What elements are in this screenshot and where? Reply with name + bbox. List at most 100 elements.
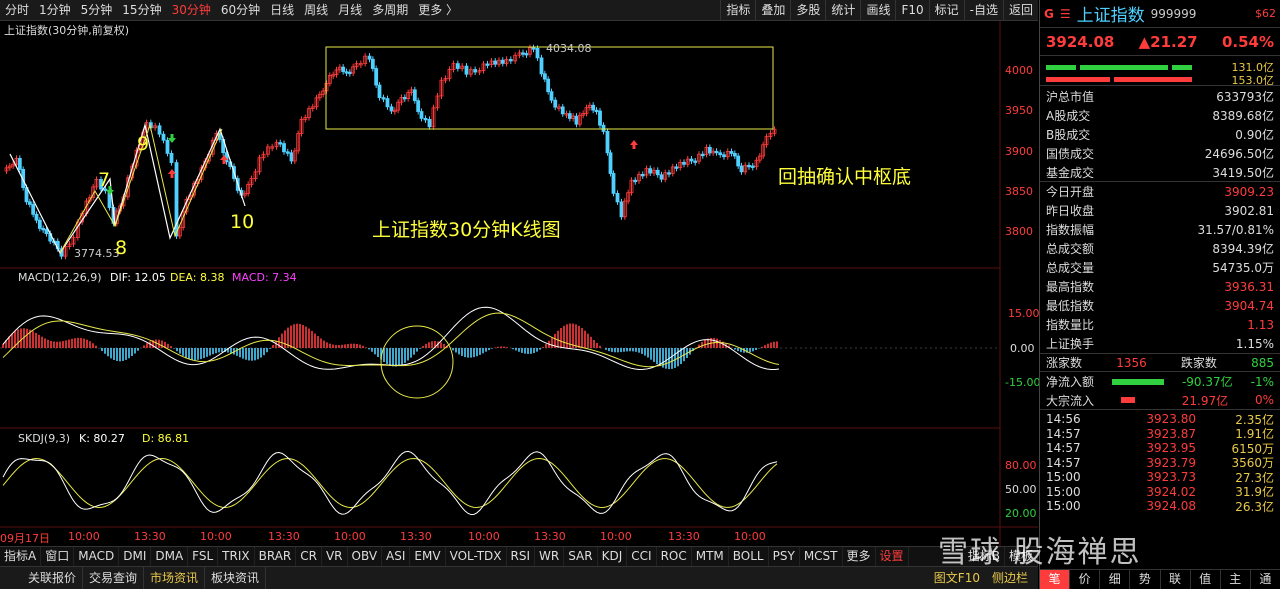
timeframe-tab[interactable]: 多周期 [367,0,413,21]
right-annotation: 回抽确认中枢底 [778,166,912,188]
candle-down [722,154,726,158]
quote-tab[interactable]: 联 [1161,570,1191,589]
indicator-tab[interactable]: 模板 [1005,547,1038,566]
g-icon[interactable]: G [1044,7,1054,21]
kline-chart-area[interactable]: 上证指数(30分钟,前复权) 上证指数30分钟K线图 回抽确认中枢底 4034.… [0,21,1041,546]
time-axis-label: 13:30 [134,530,166,543]
timeframe-tab[interactable]: 周线 [299,0,333,21]
stat-label: B股成交 [1046,128,1091,142]
status-right-button[interactable]: 侧边栏 [986,567,1034,589]
quote-tab[interactable]: 细 [1100,570,1131,589]
tick-price: 3923.79 [1146,455,1196,470]
menu-icon[interactable]: ☰ [1060,7,1071,21]
indicator-tab[interactable]: ASI [382,547,411,566]
quote-tab[interactable]: 势 [1130,570,1161,589]
candle-down [508,59,513,62]
toolbar-button[interactable]: F10 [895,0,928,21]
stat-value: 1.15% [1235,336,1274,351]
timeframe-tab[interactable]: 分时 [0,0,34,21]
indicator-tab[interactable]: KDJ [598,547,628,566]
status-link[interactable]: 交易查询 [83,567,145,589]
timeframe-tab[interactable]: 日线 [265,0,299,21]
indicator-tab[interactable]: DMI [119,547,152,566]
outflow-bar [1114,77,1192,82]
indicator-tab[interactable]: TRIX [218,547,255,566]
index-code: 999999 [1150,6,1197,21]
candle-down [615,192,620,203]
indicator-tab[interactable]: CR [296,547,322,566]
candle-down [747,164,751,168]
macd-value: MACD: 7.34 [232,271,297,284]
tick-time: 14:56 [1046,412,1081,427]
quote-tab[interactable]: 通 [1251,570,1280,589]
indicator-tab[interactable]: EMV [410,547,446,566]
toolbar-button[interactable]: 叠加 [755,0,790,21]
indicator-tab[interactable]: CCI [627,547,657,566]
indicator-tab[interactable]: BRAR [255,547,297,566]
stat-row: 最低指数 3904.74 [1040,296,1280,315]
stat-label: 今日开盘 [1046,185,1095,199]
toolbar-button[interactable]: 多股 [790,0,825,21]
indicator-tab[interactable]: RSI [507,547,536,566]
timeframe-tab[interactable]: 30分钟 [167,0,216,21]
timeframe-tab[interactable]: 1分钟 [34,0,76,21]
quote-tab[interactable]: 值 [1191,570,1221,589]
indicator-tab[interactable]: BOLL [729,547,769,566]
status-link[interactable]: 板块资讯 [205,567,267,589]
timeframe-tab[interactable]: 60分钟 [216,0,265,21]
indicator-tab[interactable]: MCST [800,547,843,566]
macd-tick: -15.00 [1005,376,1041,389]
time-axis-label: 10:00 [200,530,232,543]
candle-down [157,125,162,135]
indicator-tab[interactable]: FSL [188,547,219,566]
toolbar-button[interactable]: 标记 [928,0,964,21]
indicator-tab[interactable]: MACD [74,547,120,566]
toolbar-button[interactable]: 指标 [720,0,755,21]
toolbar-button[interactable]: 统计 [825,0,860,21]
candle-down [601,124,606,132]
status-link[interactable]: 市场资讯 [144,567,206,589]
indicator-tab[interactable]: 指标A [0,547,42,566]
stat-label: 沪总市值 [1046,90,1095,104]
toolbar-button[interactable]: -自选 [963,0,1003,21]
status-link[interactable]: 关联报价 [22,567,84,589]
indicator-tab[interactable]: OBV [348,547,383,566]
stat-label: 最低指数 [1046,299,1095,313]
timeframe-tab[interactable]: 5分钟 [76,0,118,21]
tick-time: 15:00 [1046,470,1081,485]
toolbar-button[interactable]: 返回 [1002,0,1038,21]
quote-tab[interactable]: 价 [1070,570,1101,589]
flow-bar-green [1111,378,1164,385]
indicator-tab[interactable]: 更多 [843,547,876,566]
candle-down [31,204,36,215]
indicator-tab[interactable]: MTM [692,547,729,566]
candle-down [455,63,460,69]
time-axis-label: 10:00 [600,530,632,543]
candle-down [574,115,579,125]
toolbar-button[interactable]: 画线 [860,0,895,21]
indicator-tab[interactable]: DMA [151,547,189,566]
indicator-tab[interactable]: 窗口 [41,547,75,566]
indicator-tab[interactable]: 设置 [876,547,909,566]
indicator-tab[interactable]: VR [322,547,348,566]
timeframe-tab[interactable]: 15分钟 [117,0,166,21]
indicator-tab[interactable]: ROC [657,547,692,566]
status-right-button[interactable]: 图文F10 [928,567,986,589]
candle-down [633,179,638,183]
indicator-tab[interactable]: SAR [564,547,598,566]
timeframe-tab[interactable]: 更多 〉 [413,0,463,21]
indicator-tab[interactable]: 指标B [964,547,1005,566]
indicator-tab[interactable]: PSY [769,547,800,566]
tick-price: 3923.73 [1146,470,1196,485]
timeframe-tab[interactable]: 月线 [333,0,367,21]
candle-down [718,152,723,156]
time-axis-label: 10:00 [68,530,100,543]
quote-tab[interactable]: 笔 [1040,570,1071,589]
candle-down [640,173,645,177]
stat-value: 8394.39亿 [1212,242,1274,256]
tick-price: 3923.95 [1146,441,1196,456]
quote-tab[interactable]: 主 [1221,570,1251,589]
indicator-tab[interactable]: WR [535,547,565,566]
low-price-label: 3774.53 [74,247,120,260]
indicator-tab[interactable]: VOL-TDX [446,547,507,566]
